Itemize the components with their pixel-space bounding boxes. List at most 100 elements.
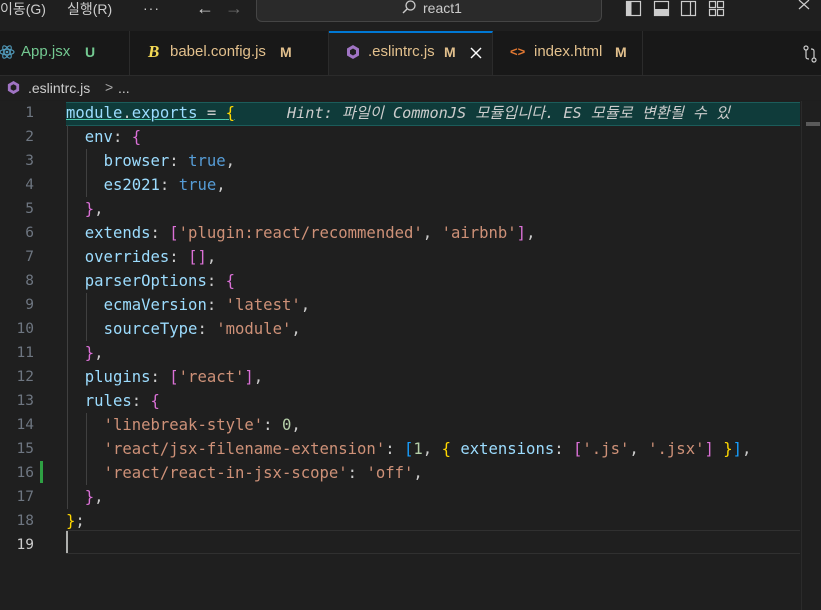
token: parserOptions — [84, 272, 207, 290]
token: { — [225, 272, 236, 290]
tab-label: index.html — [534, 43, 603, 60]
code-line-17: }, — [66, 485, 104, 509]
token: '.js' — [582, 440, 630, 458]
line-number: 1 — [25, 105, 34, 121]
token: , — [291, 416, 301, 434]
quick-fix-hint[interactable]: Hint: 파일이 CommonJS 모듈입니다. ES 모듈로 변환될 수 있 — [287, 104, 730, 122]
token: = — [197, 104, 226, 122]
token: 'react/jsx-filename-extension' — [103, 440, 386, 458]
token: , — [422, 224, 442, 242]
token: 'airbnb' — [441, 224, 517, 242]
code-line-4: es2021: true, — [66, 173, 226, 197]
command-center-search[interactable]: react1 — [256, 0, 602, 22]
tab-eslintrc[interactable]: .eslintrc.js M — [329, 31, 493, 75]
token: } — [84, 200, 95, 218]
token: , — [225, 152, 236, 170]
tab-babel-config[interactable]: B babel.config.js M — [130, 31, 329, 75]
token: ] — [197, 248, 207, 266]
line-number-current: 19 — [16, 537, 34, 553]
token: module — [66, 104, 123, 122]
babel-icon: B — [148, 42, 160, 61]
customize-layout-icon[interactable] — [708, 0, 725, 17]
token: : — [206, 272, 226, 290]
close-tab-icon[interactable] — [468, 44, 484, 62]
more-menu-button[interactable]: ··· — [143, 0, 160, 16]
token: '.jsx' — [648, 440, 705, 458]
token: 'linebreak-style' — [103, 416, 264, 434]
token: [ — [573, 440, 583, 458]
editor-tab-bar: App.jsx U B babel.config.js M .eslintrc.… — [0, 31, 821, 76]
breadcrumb: .eslintrc.js > ... — [0, 76, 821, 100]
html-icon: <> — [510, 44, 526, 59]
code-editor[interactable]: 1 2 3 4 5 6 7 8 9 10 11 12 13 14 15 16 1… — [0, 101, 821, 610]
code-line-10: sourceType: 'module', — [66, 317, 301, 341]
token: 1 — [413, 440, 423, 458]
token: , — [291, 320, 301, 338]
token: extensions — [460, 440, 555, 458]
token: : — [159, 176, 179, 194]
token: env — [84, 128, 113, 146]
token: ] — [732, 440, 743, 458]
token: es2021 — [103, 176, 160, 194]
menu-run[interactable]: 실행(R) — [67, 0, 112, 19]
breadcrumb-symbols[interactable]: ... — [118, 79, 130, 97]
breadcrumb-separator: > — [105, 79, 114, 95]
line-number: 7 — [25, 249, 34, 265]
token: : — [263, 416, 282, 434]
token: { — [150, 392, 160, 410]
line-number: 4 — [25, 177, 34, 193]
token: browser — [103, 152, 170, 170]
react-icon — [0, 45, 15, 59]
token: { — [441, 440, 451, 458]
breadcrumb-file[interactable]: .eslintrc.js — [28, 79, 90, 97]
tab-app-jsx[interactable]: App.jsx U — [0, 31, 130, 75]
token: : — [197, 320, 217, 338]
back-arrow-icon[interactable]: ← — [196, 0, 214, 19]
line-number: 11 — [16, 345, 34, 361]
line-number: 18 — [16, 513, 34, 529]
token: ] — [516, 224, 527, 242]
tab-label: App.jsx — [21, 43, 71, 60]
menu-go[interactable]: 이동(G) — [0, 0, 46, 19]
compare-changes-icon[interactable] — [801, 44, 821, 64]
toggle-secondary-sidebar-icon[interactable] — [680, 0, 697, 17]
token: , — [300, 296, 311, 314]
editor-scrollbar[interactable] — [801, 101, 821, 610]
git-status-badge: M — [444, 44, 456, 60]
forward-arrow-icon[interactable]: → — [225, 0, 243, 19]
toggle-sidebar-icon[interactable] — [625, 0, 642, 17]
code-line-6: extends: ['plugin:react/recommended', 'a… — [66, 221, 536, 245]
token: { — [225, 104, 236, 122]
token: : — [131, 392, 151, 410]
token: [ — [404, 440, 414, 458]
code-line-3: browser: true, — [66, 149, 235, 173]
line-number: 8 — [25, 273, 34, 289]
token: true — [188, 152, 226, 170]
window-close-icon[interactable] — [780, 0, 821, 31]
code-line-12: plugins: ['react'], — [66, 365, 263, 389]
token: , — [94, 488, 104, 506]
token: 'react/react-in-jsx-scope' — [103, 464, 348, 482]
token: } — [66, 512, 76, 530]
token: 'latest' — [225, 296, 301, 314]
scrollbar-marker — [806, 122, 820, 126]
code-line-11: }, — [66, 341, 104, 365]
token: : — [169, 152, 189, 170]
line-number: 17 — [16, 489, 34, 505]
token: : — [112, 128, 132, 146]
token: 'plugin:react/recommended' — [178, 224, 423, 242]
tab-index-html[interactable]: <> index.html M — [493, 31, 643, 75]
line-number: 16 — [16, 465, 34, 481]
toggle-panel-icon[interactable] — [653, 0, 670, 17]
token: extends — [84, 224, 151, 242]
token: , — [94, 344, 104, 362]
token: [ — [169, 368, 179, 386]
token: { — [131, 128, 142, 146]
line-number: 12 — [16, 369, 34, 385]
token: } — [723, 440, 733, 458]
line-number: 3 — [25, 153, 34, 169]
token: sourceType — [103, 320, 198, 338]
code-line-2: env: { — [66, 125, 141, 149]
token: 'module' — [216, 320, 292, 338]
